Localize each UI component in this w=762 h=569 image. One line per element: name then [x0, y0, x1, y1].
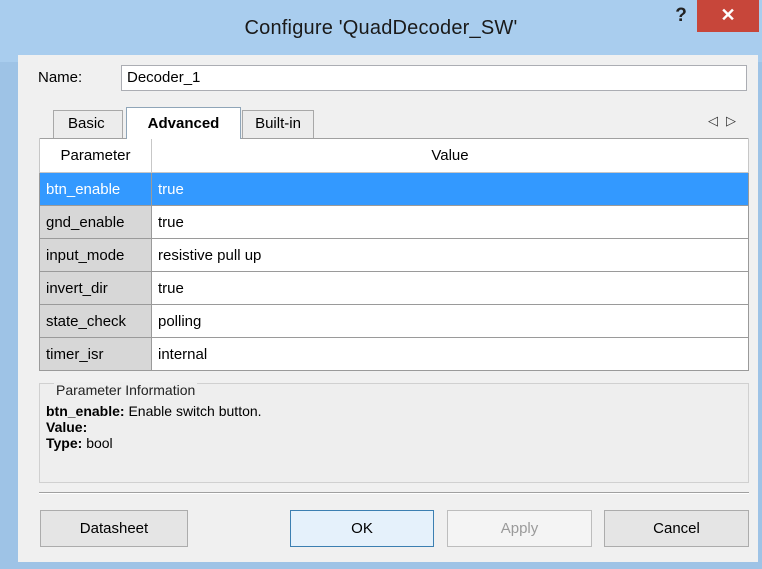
param-value-cell[interactable]: resistive pull up	[151, 238, 749, 272]
close-button[interactable]: ✕	[697, 0, 759, 32]
info-param-name: btn_enable:	[46, 403, 125, 419]
grid-header-row: Parameter Value	[39, 138, 749, 173]
close-icon: ✕	[720, 5, 736, 25]
tab-scroll-right-icon[interactable]: ▷	[726, 113, 744, 128]
tab-scroll-left-icon[interactable]: ◁	[708, 113, 726, 128]
tab-built-in[interactable]: Built-in	[242, 110, 314, 138]
param-value-cell[interactable]: true	[151, 205, 749, 239]
cancel-button[interactable]: Cancel	[604, 510, 749, 547]
param-value-cell[interactable]: internal	[151, 337, 749, 371]
dialog-body: Name: Decoder_1 Basic Advanced Built-in …	[18, 55, 758, 562]
param-name-cell[interactable]: invert_dir	[39, 271, 152, 305]
table-row[interactable]: input_mode resistive pull up	[39, 238, 749, 272]
info-description-line: btn_enable: Enable switch button.	[46, 403, 262, 419]
parameter-information-title: Parameter Information	[54, 382, 198, 398]
name-label: Name:	[38, 69, 83, 86]
param-name-cell[interactable]: timer_isr	[39, 337, 152, 371]
param-name-cell[interactable]: input_mode	[39, 238, 152, 272]
parameter-grid: Parameter Value btn_enable true gnd_enab…	[39, 138, 749, 371]
help-button[interactable]: ?	[666, 3, 696, 29]
param-name-cell[interactable]: btn_enable	[39, 172, 152, 206]
param-value-cell[interactable]: polling	[151, 304, 749, 338]
table-row[interactable]: timer_isr internal	[39, 337, 749, 371]
table-row[interactable]: state_check polling	[39, 304, 749, 338]
separator	[39, 492, 749, 494]
ok-button[interactable]: OK	[290, 510, 434, 547]
tab-advanced[interactable]: Advanced	[126, 107, 241, 139]
table-row[interactable]: gnd_enable true	[39, 205, 749, 239]
info-type-text: bool	[82, 435, 113, 451]
parameter-information-group: Parameter Information btn_enable: Enable…	[39, 382, 749, 483]
table-row[interactable]: btn_enable true	[39, 172, 749, 206]
apply-button[interactable]: Apply	[447, 510, 592, 547]
param-name-cell[interactable]: state_check	[39, 304, 152, 338]
tab-basic[interactable]: Basic	[53, 110, 123, 138]
param-name-cell[interactable]: gnd_enable	[39, 205, 152, 239]
info-type-line: Type: bool	[46, 435, 262, 451]
table-row[interactable]: invert_dir true	[39, 271, 749, 305]
info-value-label: Value:	[46, 419, 88, 435]
name-input[interactable]: Decoder_1	[121, 65, 747, 91]
column-header-value[interactable]: Value	[151, 138, 749, 173]
info-value-line: Value:	[46, 419, 262, 435]
datasheet-button[interactable]: Datasheet	[40, 510, 188, 547]
column-header-parameter[interactable]: Parameter	[39, 138, 152, 173]
window-title: Configure 'QuadDecoder_SW'	[244, 17, 518, 39]
title-bar[interactable]: Configure 'QuadDecoder_SW' ? ✕	[0, 0, 762, 62]
param-value-cell[interactable]: true	[151, 271, 749, 305]
param-value-cell[interactable]: true	[151, 172, 749, 206]
info-description: Enable switch button.	[124, 403, 262, 419]
parameter-information-text: btn_enable: Enable switch button. Value:…	[46, 403, 262, 451]
dialog-window: Configure 'QuadDecoder_SW' ? ✕ Name: Dec…	[0, 0, 762, 569]
tab-scroll-arrows: ◁▷	[708, 113, 744, 129]
info-type-label: Type:	[46, 435, 83, 451]
